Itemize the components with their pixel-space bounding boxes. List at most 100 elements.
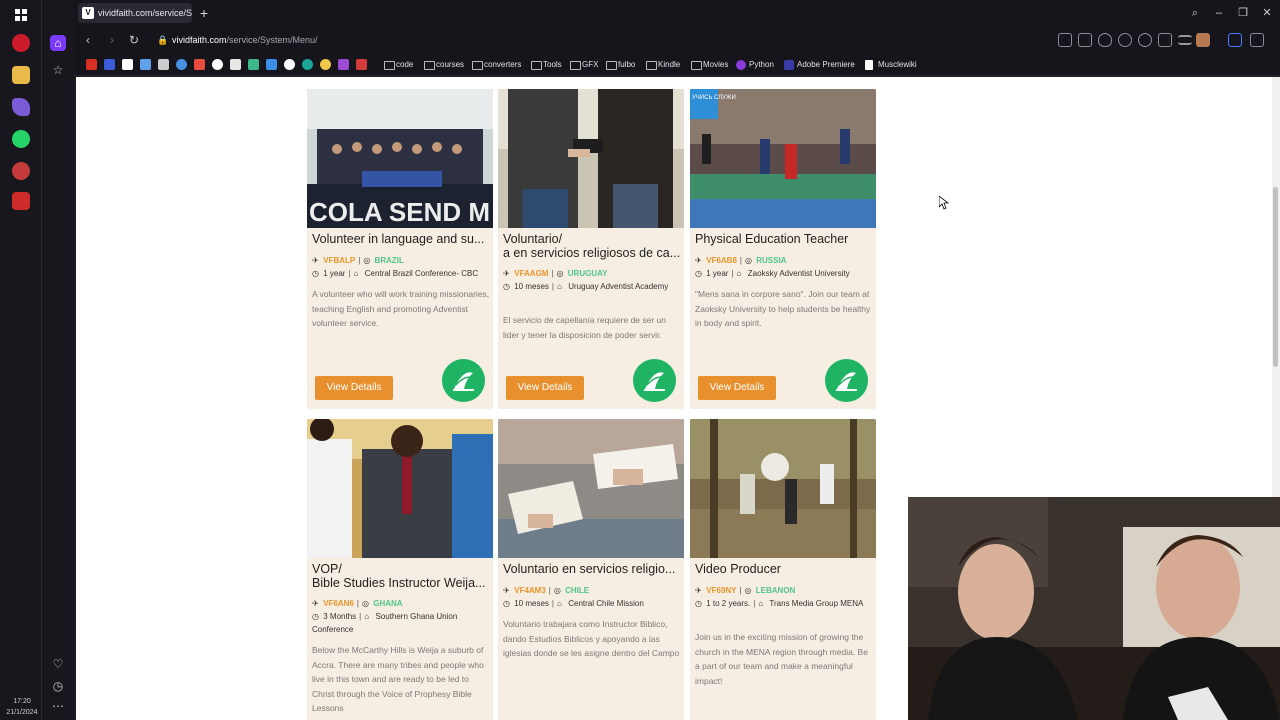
- opera-app-icon[interactable]: [12, 34, 30, 52]
- minimize-icon[interactable]: –: [1210, 4, 1228, 22]
- webcam-overlay: [908, 497, 1280, 720]
- card-description: Voluntario trabajara como Instructor Bib…: [503, 619, 680, 658]
- globe-icon: ◎: [363, 256, 371, 265]
- menu-icon[interactable]: [1178, 35, 1192, 45]
- tab-active[interactable]: V vividfaith.com/service/Sys: [78, 3, 192, 23]
- close-icon[interactable]: ✕: [1258, 4, 1276, 22]
- bookmark-icon[interactable]: [230, 59, 241, 70]
- card-meta: ✈ VF6AN6 | ◎ GHANA ◷ 3 Months | ⌂ Southern G…: [312, 599, 458, 634]
- gmail-bookmark-icon[interactable]: [86, 59, 97, 70]
- adventist-logo-icon: [633, 359, 676, 402]
- card-title[interactable]: Voluntario en servicios religio...: [503, 563, 681, 577]
- bookmark-adobe-premiere-label: Adobe Premiere: [797, 60, 855, 69]
- bookmark-python[interactable]: Python: [736, 57, 774, 73]
- bookmark-icon[interactable]: [248, 59, 259, 70]
- star-icon[interactable]: ☆: [50, 62, 66, 78]
- file-explorer-icon[interactable]: [12, 66, 30, 84]
- shield-icon[interactable]: [1098, 33, 1112, 47]
- bookmark-folder-movies[interactable]: Movies: [691, 57, 728, 73]
- bookmark-folder-converters[interactable]: converters: [472, 57, 521, 73]
- card-description: "Mens sana in corpore sano". Join our te…: [695, 289, 871, 328]
- card-country: LEBANON: [755, 586, 796, 595]
- card-title[interactable]: Volunteer in language and su...: [312, 233, 490, 247]
- home-icon: ⌂: [364, 612, 370, 621]
- card-photo-video-crew: [690, 419, 876, 558]
- card-title[interactable]: VOP/ Bible Studies Instructor Weija...: [312, 563, 490, 590]
- bookmark-folder-tools[interactable]: Tools: [531, 57, 562, 73]
- tab-bar: V vividfaith.com/service/Sys + ⌕ – ❐ ✕: [74, 0, 1280, 26]
- view-details-button[interactable]: View Details: [315, 376, 393, 400]
- bookmark-folder-fulbo[interactable]: fulbo: [606, 57, 635, 73]
- card-description: Below the McCarthy Hills is Weija a subu…: [312, 645, 484, 713]
- scrollbar-thumb[interactable]: [1273, 187, 1278, 367]
- home-icon[interactable]: ⌂: [50, 35, 66, 51]
- windows-start-icon[interactable]: [12, 6, 30, 24]
- card-title[interactable]: Voluntario/ a en servicios religiosos de…: [503, 233, 681, 260]
- plane-icon: ✈: [312, 256, 319, 265]
- globe-icon: ◎: [745, 256, 752, 265]
- plane-icon: ✈: [695, 586, 702, 595]
- plane-icon: ✈: [312, 599, 319, 608]
- profile-avatar[interactable]: [1196, 33, 1210, 47]
- bookmark-icon[interactable]: [320, 59, 331, 70]
- clock-app-icon[interactable]: [12, 162, 30, 180]
- play-icon[interactable]: [1118, 33, 1132, 47]
- bookmark-adobe-premiere[interactable]: Adobe Premiere: [784, 57, 855, 73]
- card-duration: 1 to 2 years.: [706, 599, 751, 608]
- back-icon[interactable]: ‹: [80, 32, 96, 48]
- bookmark-icon[interactable]: [140, 59, 151, 70]
- card-meta: ✈ VFAAGM | ◎ URUGUAY ◷ 10 meses | ⌂ Uruguay …: [503, 269, 669, 291]
- bookmark-icon[interactable]: [338, 59, 349, 70]
- bookmark-icon[interactable]: [158, 59, 169, 70]
- edit-icon[interactable]: [1058, 33, 1072, 47]
- card-photo-handshake: [307, 419, 493, 558]
- whatsapp-app-icon[interactable]: [12, 130, 30, 148]
- bookmark-icon[interactable]: [266, 59, 277, 70]
- heart-icon[interactable]: ♡: [50, 656, 66, 672]
- restore-icon[interactable]: ❐: [1234, 4, 1252, 22]
- github-bookmark-icon[interactable]: [212, 59, 223, 70]
- card-title[interactable]: Video Producer: [695, 563, 873, 577]
- card-title[interactable]: Physical Education Teacher: [695, 233, 873, 247]
- heart-toolbar-icon[interactable]: [1138, 33, 1152, 47]
- url-field[interactable]: 🔒 vividfaith.com/service/System/Menu/: [154, 31, 1054, 49]
- reload-icon[interactable]: ↻: [126, 32, 142, 48]
- bookmark-musclewiki[interactable]: Musclewiki: [865, 57, 917, 73]
- obsidian-app-icon[interactable]: [12, 98, 30, 116]
- card-duration: 3 Months: [323, 612, 357, 621]
- vividfaith-favicon-icon: V: [82, 7, 94, 19]
- bookmark-icon[interactable]: [284, 59, 295, 70]
- bookmark-folder-code[interactable]: code: [384, 57, 413, 73]
- card-meta: ✈ VFBALP | ◎ BRAZIL ◷ 1 year | ⌂ Central Bra…: [312, 256, 479, 278]
- card-code: VF6AB8: [706, 256, 737, 265]
- aria-icon[interactable]: [1228, 33, 1242, 47]
- card-meta: ✈ VF6AB8 | ◎ RUSSIA ◷ 1 year | ⌂ Zaoksky Adv…: [695, 256, 850, 278]
- card-country: BRAZIL: [374, 256, 404, 265]
- bookmark-folder-kindle[interactable]: Kindle: [646, 57, 680, 73]
- globe-icon: ◎: [556, 269, 564, 278]
- cloud-bookmark-icon[interactable]: [176, 59, 187, 70]
- bookmark-icon[interactable]: [122, 59, 133, 70]
- bookmark-icon[interactable]: [302, 59, 313, 70]
- bookmark-icon[interactable]: [194, 59, 205, 70]
- extensions-icon[interactable]: [1250, 33, 1264, 47]
- camera-icon[interactable]: [1078, 33, 1092, 47]
- view-details-button[interactable]: View Details: [506, 376, 584, 400]
- bookmark-icon[interactable]: [104, 59, 115, 70]
- new-tab-icon[interactable]: +: [196, 5, 212, 21]
- history-icon[interactable]: ◷: [50, 678, 66, 694]
- card-duration: 10 meses: [514, 599, 549, 608]
- more-icon[interactable]: ⋯: [50, 698, 66, 714]
- view-details-button[interactable]: View Details: [698, 376, 776, 400]
- bookmark-folder-gfx[interactable]: GFX: [570, 57, 598, 73]
- search-icon[interactable]: ⌕: [1186, 4, 1204, 22]
- bookmarks-bar: code courses converters Tools GFX fulbo …: [74, 54, 1280, 76]
- bookmark-icon[interactable]: [356, 59, 367, 70]
- home-icon: ⌂: [736, 269, 742, 278]
- bookmark-folder-courses[interactable]: courses: [424, 57, 464, 73]
- card-org: Zaoksky Adventist University: [747, 269, 850, 278]
- video-app-icon[interactable]: [12, 192, 30, 210]
- download-icon[interactable]: [1158, 33, 1172, 47]
- card-description: Join us in the exciting mission of growi…: [695, 632, 868, 686]
- forward-icon[interactable]: ›: [104, 32, 120, 48]
